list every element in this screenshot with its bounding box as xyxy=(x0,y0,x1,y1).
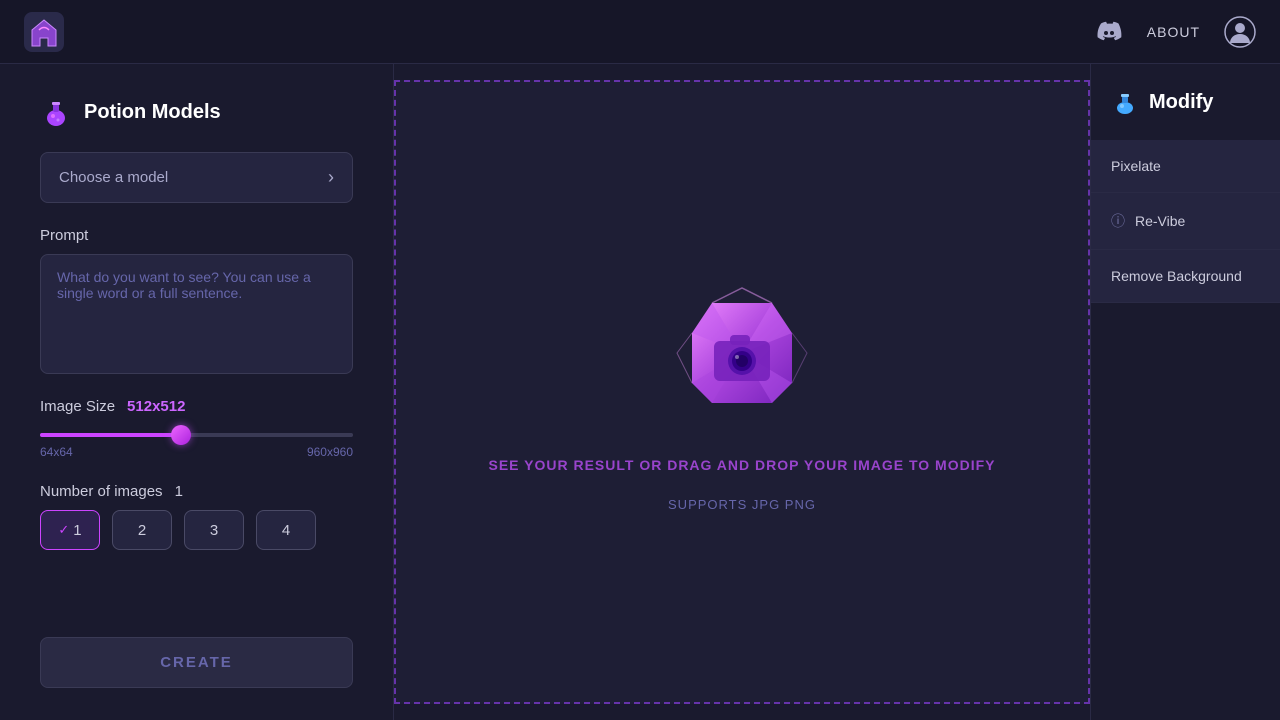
num-option-1-label: 1 xyxy=(73,522,81,539)
discord-icon[interactable] xyxy=(1095,18,1123,46)
logo-icon xyxy=(24,12,64,52)
image-size-label: Image Size xyxy=(40,398,115,415)
prompt-section: Prompt xyxy=(40,227,353,374)
revibe-label: Re-Vibe xyxy=(1135,213,1185,229)
image-size-value: 512x512 xyxy=(127,398,185,415)
num-images-options: ✓ 1 2 3 4 xyxy=(40,510,353,550)
modify-header: Modify xyxy=(1091,88,1280,140)
num-images-current: 1 xyxy=(175,483,183,500)
pixelate-label: Pixelate xyxy=(1111,158,1161,174)
num-option-3-label: 3 xyxy=(210,522,218,539)
slider-thumb[interactable] xyxy=(171,425,191,445)
info-icon: ⓘ xyxy=(1111,211,1125,231)
header-nav: ABOUT xyxy=(1095,16,1256,48)
checkmark-icon: ✓ xyxy=(58,522,69,538)
num-option-4-label: 4 xyxy=(282,522,290,539)
chevron-right-icon: › xyxy=(328,167,334,188)
model-selector-placeholder: Choose a model xyxy=(59,169,168,186)
section-title: Potion Models xyxy=(40,96,353,128)
num-images-label: Number of images xyxy=(40,483,163,500)
about-link[interactable]: ABOUT xyxy=(1147,24,1200,40)
main-layout: Potion Models Choose a model › Prompt Im… xyxy=(0,64,1280,720)
num-images-header: Number of images 1 xyxy=(40,483,353,500)
drop-text-primary: SEE YOUR RESULT OR DRAG AND DROP YOUR IM… xyxy=(488,457,995,473)
slider-min-label: 64x64 xyxy=(40,445,73,459)
modify-option-pixelate[interactable]: Pixelate xyxy=(1091,140,1280,193)
num-option-4[interactable]: 4 xyxy=(256,510,316,550)
image-size-header: Image Size 512x512 xyxy=(40,398,353,415)
image-size-slider-container[interactable]: 64x64 960x960 xyxy=(40,425,353,459)
left-panel: Potion Models Choose a model › Prompt Im… xyxy=(0,64,394,720)
slider-max-label: 960x960 xyxy=(307,445,353,459)
center-panel[interactable]: SEE YOUR RESULT OR DRAG AND DROP YOUR IM… xyxy=(394,80,1090,704)
remove-bg-label: Remove Background xyxy=(1111,268,1242,284)
prompt-label: Prompt xyxy=(40,227,353,244)
slider-labels: 64x64 960x960 xyxy=(40,445,353,459)
modify-title: Modify xyxy=(1149,91,1213,114)
user-icon[interactable] xyxy=(1224,16,1256,48)
camera-gem-icon xyxy=(662,273,822,433)
model-selector[interactable]: Choose a model › xyxy=(40,152,353,203)
potion-icon xyxy=(40,96,72,128)
modify-option-remove-bg[interactable]: Remove Background xyxy=(1091,250,1280,303)
slider-track xyxy=(40,433,353,437)
header-logo xyxy=(24,12,64,52)
drop-text-secondary: SUPPORTS JPG PNG xyxy=(668,497,816,512)
create-button[interactable]: CREATE xyxy=(40,637,353,688)
num-option-2-label: 2 xyxy=(138,522,146,539)
right-panel: Modify Pixelate ⓘ Re-Vibe Remove Backgro… xyxy=(1090,64,1280,720)
modify-option-revibe[interactable]: ⓘ Re-Vibe xyxy=(1091,193,1280,250)
modify-potion-icon xyxy=(1111,88,1139,116)
num-option-3[interactable]: 3 xyxy=(184,510,244,550)
num-images-section: Number of images 1 ✓ 1 2 3 4 xyxy=(40,483,353,550)
image-size-section: Image Size 512x512 64x64 960x960 xyxy=(40,398,353,459)
num-option-2[interactable]: 2 xyxy=(112,510,172,550)
section-title-text: Potion Models xyxy=(84,101,221,124)
app-header: ABOUT xyxy=(0,0,1280,64)
num-option-1[interactable]: ✓ 1 xyxy=(40,510,100,550)
prompt-input[interactable] xyxy=(40,254,353,374)
